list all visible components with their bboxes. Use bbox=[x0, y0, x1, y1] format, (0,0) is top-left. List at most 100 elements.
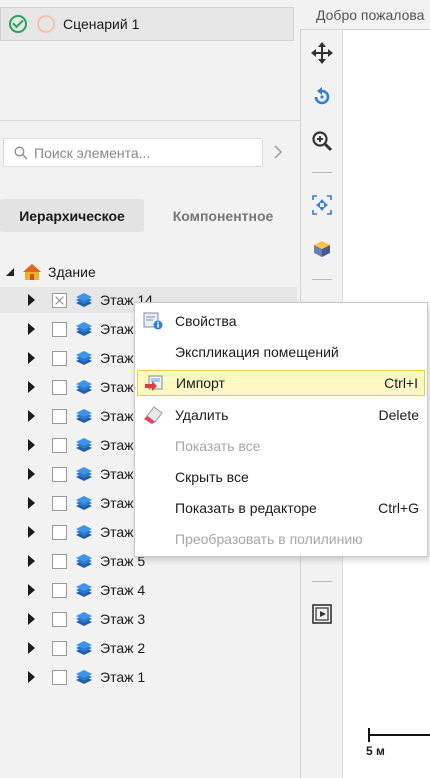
tree-floor-row[interactable]: Этаж bbox=[28, 318, 133, 340]
expand-arrow-icon[interactable] bbox=[28, 497, 35, 509]
menu-item-shortcut: Ctrl+I bbox=[384, 375, 418, 392]
floor-label: Этаж 1 bbox=[100, 669, 146, 685]
layers-icon bbox=[76, 583, 92, 597]
layers-icon bbox=[76, 293, 92, 307]
layers-icon bbox=[76, 409, 92, 423]
visibility-checkbox[interactable] bbox=[52, 669, 67, 685]
tree-floor-row[interactable]: Этаж bbox=[28, 492, 133, 514]
search-icon bbox=[14, 146, 28, 159]
visibility-checkbox[interactable] bbox=[52, 437, 67, 453]
floor-label: Этаж bbox=[100, 495, 134, 511]
floor-label: Этаж bbox=[100, 379, 134, 395]
visibility-checkbox[interactable] bbox=[52, 466, 67, 482]
floor-label: Этаж bbox=[100, 321, 134, 337]
layers-icon bbox=[76, 641, 92, 655]
tree-floor-row[interactable]: Этаж 2 bbox=[28, 637, 145, 659]
layers-icon bbox=[76, 380, 92, 394]
tree-floor-row[interactable]: Этаж 3 bbox=[28, 608, 145, 630]
tree-floor-row[interactable]: Этаж 1 bbox=[28, 666, 145, 688]
status-ring-icon bbox=[37, 15, 55, 33]
visibility-checkbox[interactable] bbox=[52, 524, 67, 540]
visibility-checkbox[interactable] bbox=[52, 495, 67, 511]
tab-hierarchical[interactable]: Иерархическое bbox=[0, 199, 144, 232]
tree-floor-row[interactable]: Этаж bbox=[28, 347, 133, 369]
expand-arrow-icon[interactable] bbox=[28, 526, 35, 538]
layers-icon bbox=[76, 351, 92, 365]
expand-arrow-icon[interactable] bbox=[28, 439, 35, 451]
tree-floor-row[interactable]: Этаж bbox=[28, 376, 133, 398]
rotate-button[interactable] bbox=[309, 84, 335, 110]
floor-label: Этаж 4 bbox=[100, 582, 146, 598]
expand-arrow-icon[interactable] bbox=[28, 468, 35, 480]
tree-floor-row[interactable]: Этаж 4 bbox=[28, 579, 145, 601]
tree-floor-row[interactable]: Этаж bbox=[28, 463, 133, 485]
visibility-checkbox[interactable] bbox=[52, 611, 67, 627]
visibility-checkbox[interactable] bbox=[52, 582, 67, 598]
expand-arrow-icon[interactable] bbox=[28, 410, 35, 422]
document-tab-label: Добро пожалова bbox=[316, 7, 425, 23]
context-menu: Свойства Экспликация помещений Импорт Ctrl+… bbox=[134, 302, 428, 557]
scale-bar: 5 м bbox=[366, 728, 430, 760]
floor-label: Этаж bbox=[100, 524, 134, 540]
layers-icon bbox=[76, 612, 92, 626]
chevron-right-icon[interactable] bbox=[271, 144, 285, 160]
playback-button[interactable] bbox=[309, 601, 335, 627]
scale-line bbox=[368, 734, 430, 736]
expand-arrow-icon[interactable] bbox=[28, 352, 35, 364]
menu-item-label: Скрыть все bbox=[175, 469, 249, 485]
menu-item[interactable]: Удалить Delete bbox=[137, 402, 425, 428]
expand-arrow-icon[interactable] bbox=[28, 642, 35, 654]
expand-arrow-icon[interactable] bbox=[28, 613, 35, 625]
tree-root[interactable]: Здание bbox=[6, 262, 96, 282]
expand-arrow-icon[interactable] bbox=[28, 294, 35, 306]
3d-view-button[interactable] bbox=[309, 236, 335, 262]
menu-item-label: Удалить bbox=[175, 406, 229, 423]
zoom-button[interactable] bbox=[309, 128, 335, 154]
layers-icon bbox=[76, 496, 92, 510]
rotate-icon bbox=[314, 87, 330, 105]
expand-arrow-icon[interactable] bbox=[28, 584, 35, 596]
search-box[interactable] bbox=[3, 138, 263, 167]
visibility-checkbox[interactable] bbox=[52, 640, 67, 656]
pan-button[interactable] bbox=[309, 40, 335, 66]
layers-icon bbox=[76, 467, 92, 481]
visibility-checkbox[interactable] bbox=[52, 292, 67, 308]
cube-icon bbox=[314, 241, 330, 257]
visibility-checkbox[interactable] bbox=[52, 321, 67, 337]
tree-floor-row[interactable]: Этаж 5 bbox=[28, 550, 145, 572]
toolbar-separator bbox=[312, 172, 332, 173]
fit-view-button[interactable] bbox=[309, 192, 335, 218]
menu-item[interactable]: Скрыть все bbox=[137, 464, 425, 490]
visibility-checkbox[interactable] bbox=[52, 350, 67, 366]
fit-extents-icon bbox=[312, 195, 332, 215]
menu-item[interactable]: Импорт Ctrl+I bbox=[137, 370, 425, 397]
menu-item[interactable]: Экспликация помещений bbox=[137, 339, 425, 365]
scenario-selector[interactable]: Сценарий 1 bbox=[0, 7, 294, 41]
visibility-checkbox[interactable] bbox=[52, 553, 67, 569]
expand-arrow-icon[interactable] bbox=[28, 671, 35, 683]
move-arrows-icon bbox=[311, 42, 333, 64]
tree-floor-row[interactable]: Этаж bbox=[28, 521, 133, 543]
tree-root-label: Здание bbox=[48, 264, 96, 280]
menu-item[interactable]: Показать в редакторе Ctrl+G bbox=[137, 495, 425, 521]
properties-icon bbox=[143, 312, 163, 330]
tree-floor-row[interactable]: Этаж bbox=[28, 434, 133, 456]
layers-icon bbox=[76, 670, 92, 684]
collapse-arrow-icon[interactable] bbox=[6, 268, 14, 276]
expand-arrow-icon[interactable] bbox=[28, 381, 35, 393]
tab-component[interactable]: Компонентное bbox=[156, 199, 290, 232]
visibility-checkbox[interactable] bbox=[52, 408, 67, 424]
tree-floor-row[interactable]: Этаж bbox=[28, 405, 133, 427]
document-tab[interactable]: Добро пожалова bbox=[300, 0, 430, 30]
search-input[interactable] bbox=[34, 144, 254, 161]
menu-item: Показать все bbox=[137, 433, 425, 459]
floor-label: Этаж 3 bbox=[100, 611, 146, 627]
menu-item-label: Показать в редакторе bbox=[175, 500, 317, 517]
expand-arrow-icon[interactable] bbox=[28, 323, 35, 335]
expand-arrow-icon[interactable] bbox=[28, 555, 35, 567]
toolbar-separator bbox=[312, 279, 332, 280]
menu-item[interactable]: Свойства bbox=[137, 308, 425, 334]
visibility-checkbox[interactable] bbox=[52, 379, 67, 395]
layers-icon bbox=[76, 525, 92, 539]
scenario-label: Сценарий 1 bbox=[63, 16, 140, 32]
